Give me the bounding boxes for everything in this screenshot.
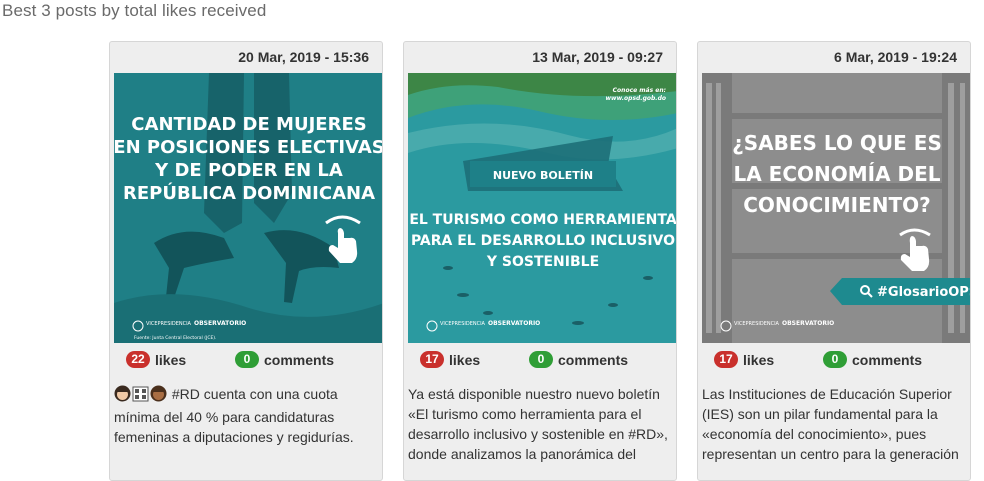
- footer-logo-left: VICEPRESIDENCIA: [734, 321, 780, 327]
- likes-count-badge: 17: [420, 351, 444, 368]
- likes-label: likes: [743, 351, 775, 368]
- image-headline: EL TURISMO COMO HERRAMIENTA: [409, 212, 676, 228]
- comments-label: comments: [852, 351, 923, 368]
- likes-count-badge: 17: [714, 351, 738, 368]
- likes-stat: 17 likes: [714, 351, 774, 368]
- post-stats: 17 likes 0 comments: [420, 351, 670, 371]
- post-image[interactable]: Conoce más en: www.opsd.gob.do NUEVO BOL…: [408, 73, 676, 343]
- comments-count-badge: 0: [823, 351, 847, 368]
- image-headline: REPÚBLICA DOMINICANA: [123, 182, 375, 204]
- footer-logo-right: OBSERVATORIO: [782, 320, 834, 327]
- image-headline: Y DE PODER EN LA: [154, 160, 343, 181]
- post-text: #RD cuenta con una cuota mínima del 40 %…: [114, 384, 380, 447]
- likes-stat: 22 likes: [126, 351, 186, 368]
- post-image[interactable]: CANTIDAD DE MUJERES EN POSICIONES ELECTI…: [114, 73, 383, 343]
- likes-label: likes: [155, 351, 187, 368]
- comments-label: comments: [264, 351, 335, 368]
- image-headline: Y SOSTENIBLE: [486, 254, 599, 270]
- image-source: Fuente: Junta Central Electoral (JCE).: [134, 335, 217, 341]
- image-corner-text: www.opsd.gob.do: [606, 95, 667, 102]
- post-date: 6 Mar, 2019 - 19:24: [834, 49, 957, 65]
- image-headline: CONOCIMIENTO?: [743, 193, 931, 217]
- ballot-box-icon: [132, 385, 149, 407]
- comments-stat: 0 comments: [823, 351, 922, 368]
- footer-logo-left: VICEPRESIDENCIA: [146, 321, 192, 327]
- comments-count-badge: 0: [529, 351, 553, 368]
- likes-count-badge: 22: [126, 351, 150, 368]
- image-headline: ¿SABES LO QUE ES: [732, 131, 942, 155]
- post-date: 20 Mar, 2019 - 15:36: [238, 49, 369, 65]
- image-headline: EN POSICIONES ELECTIVAS: [114, 137, 383, 158]
- comments-stat: 0 comments: [235, 351, 334, 368]
- post-date: 13 Mar, 2019 - 09:27: [532, 49, 663, 65]
- post-card[interactable]: 20 Mar, 2019 - 15:36 CANTIDAD DE MUJERES…: [109, 41, 383, 481]
- post-text: Las Instituciones de Educación Superior …: [702, 386, 959, 462]
- likes-label: likes: [449, 351, 481, 368]
- comments-label: comments: [558, 351, 629, 368]
- footer-logo-right: OBSERVATORIO: [194, 320, 246, 327]
- post-stats: 22 likes 0 comments: [126, 351, 376, 371]
- top-posts-list: 20 Mar, 2019 - 15:36 CANTIDAD DE MUJERES…: [109, 41, 984, 481]
- image-corner-text: Conoce más en:: [613, 87, 666, 94]
- footer-logo-right: OBSERVATORIO: [488, 320, 540, 327]
- post-text: Ya está disponible nuestro nuevo boletín…: [408, 386, 668, 462]
- comments-count-badge: 0: [235, 351, 259, 368]
- post-stats: 17 likes 0 comments: [714, 351, 964, 371]
- image-headline: PARA EL DESARROLLO INCLUSIVO: [411, 233, 675, 249]
- woman-icon: [150, 385, 167, 407]
- woman-icon: [114, 385, 131, 407]
- image-tag: #GlosarioOPSD: [877, 285, 971, 300]
- post-image[interactable]: ¿SABES LO QUE ES LA ECONOMÍA DEL CONOCIM…: [702, 73, 971, 343]
- image-headline: LA ECONOMÍA DEL: [733, 162, 940, 186]
- post-card[interactable]: 13 Mar, 2019 - 09:27 Conoce más en: www.…: [403, 41, 677, 481]
- post-card[interactable]: 6 Mar, 2019 - 19:24 ¿SABES LO QUE ES LA …: [697, 41, 971, 481]
- footer-logo-left: VICEPRESIDENCIA: [440, 321, 486, 327]
- image-banner: NUEVO BOLETÍN: [493, 169, 593, 182]
- comments-stat: 0 comments: [529, 351, 628, 368]
- likes-stat: 17 likes: [420, 351, 480, 368]
- section-title: Best 3 posts by total likes received: [2, 1, 267, 20]
- image-headline: CANTIDAD DE MUJERES: [131, 114, 366, 135]
